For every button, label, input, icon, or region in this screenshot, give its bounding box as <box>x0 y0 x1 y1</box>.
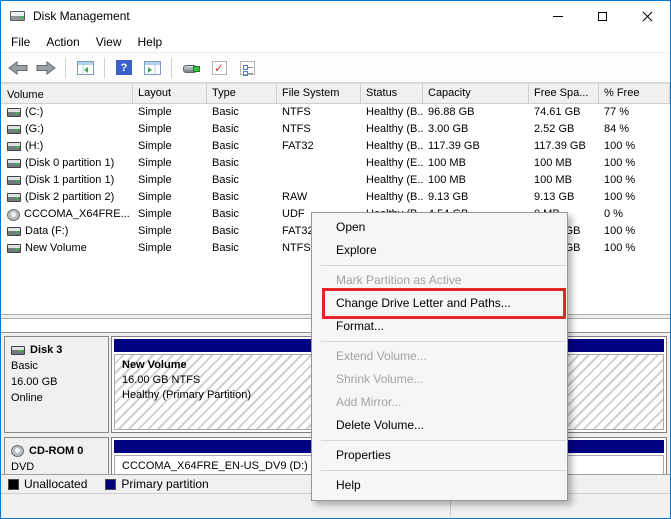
disk-volume-icon <box>7 142 21 151</box>
menu-action[interactable]: Action <box>38 33 87 51</box>
disk3-info-cell[interactable]: Disk 3 Basic 16.00 GB Online <box>4 336 109 433</box>
toolbar-separator <box>171 57 172 78</box>
menu-item-explore[interactable]: Explore <box>312 239 567 262</box>
menu-separator <box>321 341 566 342</box>
menu-bar: File Action View Help <box>1 31 670 53</box>
red-highlight-box <box>322 288 566 319</box>
menu-file[interactable]: File <box>3 33 38 51</box>
help-icon <box>116 60 132 75</box>
minimize-button[interactable] <box>535 1 580 31</box>
back-arrow-icon <box>8 60 28 75</box>
forward-arrow-icon <box>36 60 56 75</box>
cd-icon <box>11 445 24 457</box>
disk-volume-icon <box>7 176 21 185</box>
volume-row-disk2-part2[interactable]: (Disk 2 partition 2) Simple Basic RAW He… <box>1 189 670 206</box>
unallocated-color-swatch <box>8 478 19 490</box>
menu-separator <box>321 440 566 441</box>
disk-volume-icon <box>7 244 21 253</box>
legend-unallocated: Unallocated <box>8 477 87 491</box>
toolbar-separator <box>65 57 66 78</box>
forward-button[interactable] <box>35 57 57 79</box>
column-header-file-system[interactable]: File System <box>277 84 361 103</box>
column-header-status[interactable]: Status <box>361 84 423 103</box>
column-header-volume[interactable]: Volume <box>1 84 133 103</box>
column-header-layout[interactable]: Layout <box>133 84 207 103</box>
disk-volume-icon <box>7 108 21 117</box>
menu-item-open[interactable]: Open <box>312 216 567 239</box>
disk-volume-icon <box>7 159 21 168</box>
disk3-status: Online <box>11 392 43 404</box>
toolbar-tools-button[interactable] <box>180 57 202 79</box>
console-tree-icon <box>76 60 94 75</box>
volume-row-g[interactable]: (G:) Simple Basic NTFS Healthy (B... 3.0… <box>1 121 670 138</box>
disk-tool-icon <box>182 62 200 74</box>
menu-item-extend-volume: Extend Volume... <box>336 349 427 363</box>
menu-item-shrink-volume: Shrink Volume... <box>336 372 424 386</box>
menu-help[interactable]: Help <box>130 33 171 51</box>
red-check-icon <box>211 60 227 75</box>
cd-volume-icon <box>7 208 20 221</box>
window-title: Disk Management <box>33 9 130 23</box>
volume-row-disk0-part1[interactable]: (Disk 0 partition 1) Simple Basic Health… <box>1 155 670 172</box>
disk3-type: Basic <box>11 360 38 372</box>
disk-icon <box>11 345 25 355</box>
disk-volume-icon <box>7 227 21 236</box>
disk-volume-icon <box>7 125 21 134</box>
toolbar-check-button[interactable] <box>208 57 230 79</box>
menu-item-delete-volume[interactable]: Delete Volume... <box>312 414 567 437</box>
disk3-size: 16.00 GB <box>11 376 58 388</box>
primary-partition-color-swatch <box>105 478 117 490</box>
task-list-icon <box>239 60 255 76</box>
menu-view[interactable]: View <box>88 33 130 51</box>
maximize-button[interactable] <box>580 1 625 31</box>
show-action-pane-button[interactable] <box>141 57 163 79</box>
show-console-tree-button[interactable] <box>74 57 96 79</box>
minimize-icon <box>552 15 563 17</box>
volume-list-header: Volume Layout Type File System Status Ca… <box>1 83 670 104</box>
back-button[interactable] <box>7 57 29 79</box>
column-header-type[interactable]: Type <box>207 84 277 103</box>
action-pane-icon <box>143 60 161 75</box>
menu-separator <box>321 470 566 471</box>
cdrom-media: DVD <box>11 461 35 473</box>
volume-context-menu: Open Explore Mark Partition as Active Ch… <box>311 212 568 501</box>
column-header-free-space[interactable]: Free Spa... <box>529 84 599 103</box>
column-header-capacity[interactable]: Capacity <box>423 84 529 103</box>
maximize-icon <box>598 11 607 21</box>
volume-row-disk1-part1[interactable]: (Disk 1 partition 1) Simple Basic Health… <box>1 172 670 189</box>
column-header-pct-free[interactable]: % Free <box>599 84 670 103</box>
help-button[interactable] <box>113 57 135 79</box>
legend-primary-partition: Primary partition <box>105 477 209 491</box>
volume-row-c[interactable]: (C:) Simple Basic NTFS Healthy (B... 96.… <box>1 104 670 121</box>
disk-management-window: Disk Management File Action View Help ? … <box>0 0 671 519</box>
toolbar <box>1 53 670 83</box>
menu-item-help[interactable]: Help <box>312 474 567 497</box>
disk-management-app-icon <box>10 9 26 23</box>
cdrom-info-cell[interactable]: CD-ROM 0 DVD <box>4 437 109 474</box>
title-bar: Disk Management <box>1 1 670 31</box>
close-button[interactable] <box>625 1 670 31</box>
volume-row-h[interactable]: (H:) Simple Basic FAT32 Healthy (B... 11… <box>1 138 670 155</box>
disk-volume-icon <box>7 193 21 202</box>
toolbar-tasks-button[interactable] <box>236 57 258 79</box>
menu-item-properties[interactable]: Properties <box>312 444 567 467</box>
close-icon <box>642 11 653 22</box>
menu-separator <box>321 265 566 266</box>
menu-item-add-mirror: Add Mirror... <box>336 395 402 409</box>
toolbar-separator <box>104 57 105 78</box>
